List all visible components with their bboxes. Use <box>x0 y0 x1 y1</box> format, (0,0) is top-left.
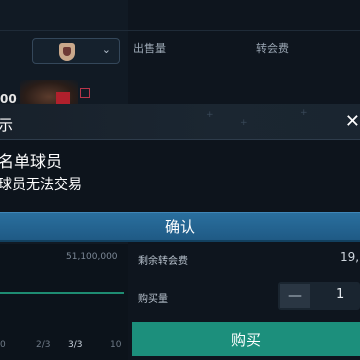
chart-tick[interactable]: 2/3 <box>36 340 50 350</box>
remaining-fee-value: 19, <box>340 250 360 264</box>
quantity-label: 购买量 <box>138 294 168 305</box>
modal-header: 示 + + + ✕ <box>0 104 360 140</box>
sparkle-icon: + <box>206 110 214 120</box>
chevron-down-icon: ⌄ <box>101 43 111 56</box>
favorite-icon[interactable] <box>80 88 90 98</box>
top-divider <box>0 30 360 31</box>
remaining-fee-label: 剩余转会费 <box>138 256 188 267</box>
sparkle-icon: + <box>300 108 308 118</box>
shield-icon <box>59 43 75 61</box>
buy-button[interactable]: 购买 <box>132 322 360 356</box>
chart-tick: 10 <box>110 340 122 350</box>
quantity-stepper: — 1 <box>278 282 360 310</box>
transfer-fee-header: 转会费 <box>256 42 289 55</box>
modal-title: 示 <box>0 116 14 134</box>
player-kit <box>56 92 70 104</box>
price-trend-line <box>0 292 124 294</box>
chart-max-price: 51,100,000 <box>66 252 118 262</box>
rarity-dropdown[interactable]: ⌄ <box>32 38 120 64</box>
modal-message-title: 名单球员 <box>0 152 63 171</box>
modal-message-detail: 球员无法交易 <box>0 177 82 193</box>
sold-count-header: 出售量 <box>133 42 166 55</box>
sparkle-icon: + <box>240 118 248 128</box>
close-icon[interactable]: ✕ <box>345 111 360 132</box>
confirm-button[interactable]: 确认 <box>0 212 360 242</box>
modal-body: 名单球员 球员无法交易 <box>0 140 360 212</box>
quantity-value[interactable]: 1 <box>336 287 344 302</box>
chart-tick: 0 <box>0 340 6 350</box>
decrease-button[interactable]: — <box>280 284 310 308</box>
chart-tick[interactable]: 3/3 <box>68 340 82 350</box>
